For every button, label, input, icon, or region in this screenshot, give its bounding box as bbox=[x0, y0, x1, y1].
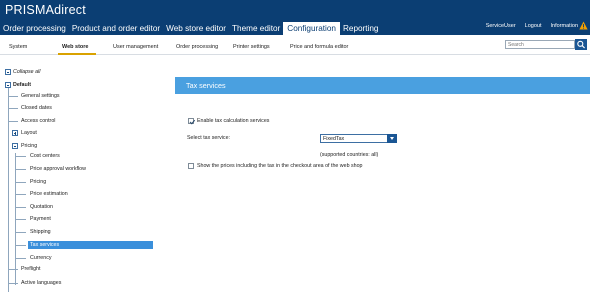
tree-item-closed-dates[interactable]: Closed dates bbox=[21, 104, 52, 112]
subnav-printer-settings[interactable]: Printer settings bbox=[233, 44, 270, 50]
tree-connector bbox=[8, 269, 18, 270]
tree-connector bbox=[8, 121, 18, 122]
tree-item-shipping[interactable]: Shipping bbox=[30, 228, 51, 236]
tree-connector bbox=[15, 219, 26, 220]
warning-icon[interactable] bbox=[579, 21, 588, 30]
user-links: ServiceUser Logout Information bbox=[486, 23, 578, 29]
tree-item-pricing[interactable]: Pricing bbox=[21, 142, 37, 150]
tab-web-store-editor[interactable]: Web store editor bbox=[163, 22, 229, 35]
tab-configuration[interactable]: Configuration bbox=[283, 22, 340, 35]
tab-reporting[interactable]: Reporting bbox=[340, 22, 382, 35]
subnav-price-and-formula-editor[interactable]: Price and formula editor bbox=[290, 44, 348, 50]
subnav-order-processing[interactable]: Order processing bbox=[176, 44, 218, 50]
pricing-collapse-icon[interactable] bbox=[12, 143, 18, 149]
tab-product-and-order-editor[interactable]: Product and order editor bbox=[69, 22, 163, 35]
tree-connector bbox=[8, 96, 18, 97]
collapse-all-toggle-icon[interactable] bbox=[5, 69, 11, 75]
tree-item-preflight[interactable]: Preflight bbox=[21, 265, 40, 273]
select-tax-service-label: Select tax service: bbox=[187, 135, 230, 141]
enable-tax-label: Enable tax calculation services bbox=[197, 118, 270, 124]
subnav-web-store[interactable]: Web store bbox=[62, 44, 89, 50]
tree-root-default[interactable]: Default bbox=[13, 81, 31, 89]
tree-item-access-control[interactable]: Access control bbox=[21, 117, 55, 125]
tree-connector bbox=[15, 245, 26, 246]
panel-title: Tax services bbox=[186, 81, 226, 90]
information-link[interactable]: Information bbox=[550, 23, 578, 29]
chevron-down-icon[interactable] bbox=[387, 134, 397, 143]
search-icon[interactable] bbox=[575, 39, 587, 50]
default-collapse-icon[interactable] bbox=[5, 82, 11, 88]
tab-theme-editor[interactable]: Theme editor bbox=[229, 22, 283, 35]
sub-nav: System Web store User management Order p… bbox=[0, 37, 590, 55]
tree-connector bbox=[8, 108, 18, 109]
active-tab-indicator bbox=[58, 53, 96, 55]
tree-item-price-estimation[interactable]: Price estimation bbox=[30, 190, 68, 198]
tree-item-active-languages[interactable]: Active languages bbox=[21, 279, 61, 287]
tree-item-payment[interactable]: Payment bbox=[30, 215, 51, 223]
top-bar: PRISMAdirect Order processing Product an… bbox=[0, 0, 590, 35]
tree-item-layout[interactable]: Layout bbox=[21, 129, 37, 137]
tree-connector bbox=[15, 207, 26, 208]
tree-connector bbox=[15, 156, 26, 157]
tree-connector bbox=[15, 169, 26, 170]
tree-connector bbox=[15, 182, 26, 183]
tax-service-selected-value: FixedTax bbox=[323, 136, 345, 142]
show-prices-with-tax-label: Show the prices including the tax in the… bbox=[197, 163, 363, 169]
tree-item-price-approval-workflow[interactable]: Price approval workflow bbox=[30, 165, 86, 173]
subnav-user-management[interactable]: User management bbox=[113, 44, 158, 50]
tree-connector bbox=[15, 258, 26, 259]
user-name-link[interactable]: ServiceUser bbox=[486, 23, 516, 29]
subnav-system[interactable]: System bbox=[9, 44, 27, 50]
tree-item-currency[interactable]: Currency bbox=[30, 254, 52, 262]
enable-tax-checkbox[interactable] bbox=[188, 118, 194, 124]
supported-countries-note: (supported countries: all) bbox=[320, 152, 379, 158]
tree-connector bbox=[15, 232, 26, 233]
tree-connector bbox=[15, 194, 26, 195]
settings-tree: Collapse all Default General settings Cl… bbox=[0, 62, 165, 292]
logout-link[interactable]: Logout bbox=[525, 23, 542, 29]
tree-item-cost-centers[interactable]: Cost centers bbox=[30, 152, 60, 160]
collapse-all-link[interactable]: Collapse all bbox=[13, 68, 40, 76]
tree-item-pricing-child[interactable]: Pricing bbox=[30, 178, 46, 186]
show-prices-with-tax-checkbox[interactable] bbox=[188, 163, 194, 169]
search-input[interactable] bbox=[505, 40, 575, 49]
tree-item-quotation[interactable]: Quotation bbox=[30, 203, 53, 211]
tree-item-general-settings[interactable]: General settings bbox=[21, 92, 60, 100]
tab-order-processing[interactable]: Order processing bbox=[0, 22, 69, 35]
app-title: PRISMAdirect bbox=[5, 3, 86, 17]
layout-expand-icon[interactable] bbox=[12, 130, 18, 136]
tax-service-select[interactable]: FixedTax bbox=[320, 134, 397, 143]
main-nav: Order processing Product and order edito… bbox=[0, 22, 382, 35]
panel-header: Tax services bbox=[175, 77, 590, 94]
tree-item-tax-services[interactable]: Tax services bbox=[28, 241, 153, 249]
tree-connector bbox=[8, 283, 18, 284]
tree-connector bbox=[8, 85, 9, 292]
